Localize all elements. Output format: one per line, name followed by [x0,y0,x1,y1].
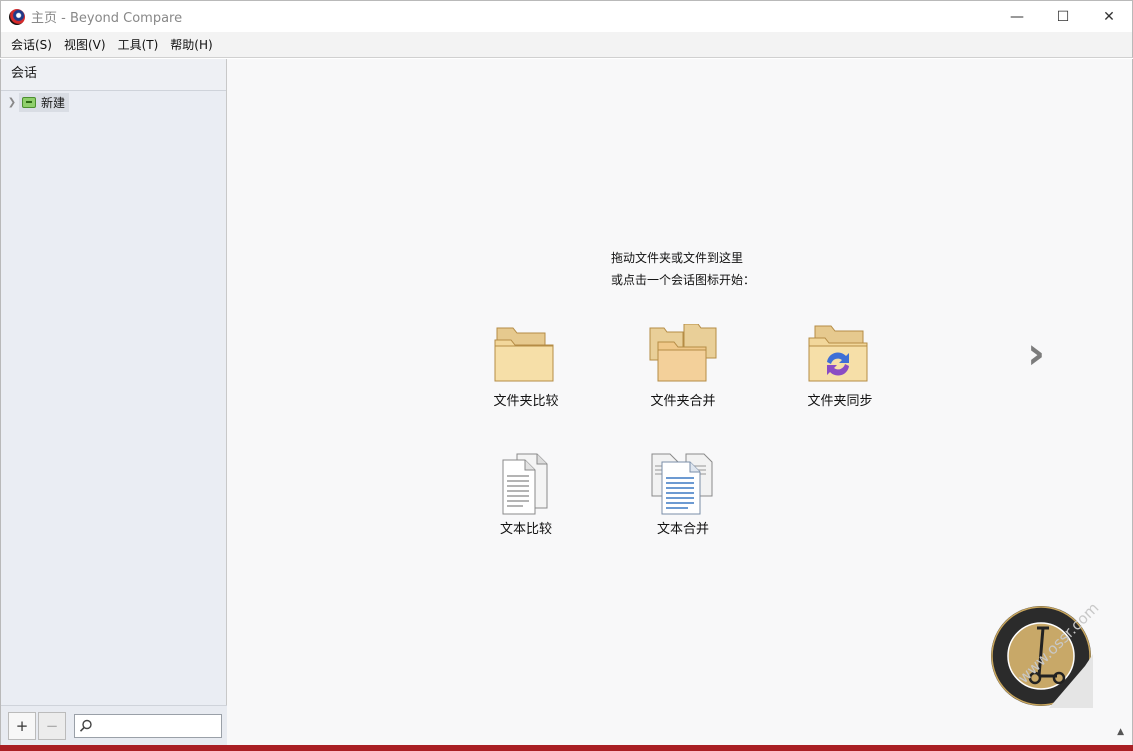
instruction-line-1: 拖动文件夹或文件到这里 [611,251,744,265]
instruction-line-2: 或点击一个会话图标开始： [611,273,756,287]
launcher-label: 文件夹同步 [807,394,873,409]
session-search-input[interactable] [95,716,219,735]
folder-compare-icon [494,327,554,382]
close-button[interactable]: ✕ [1086,1,1132,32]
launcher-label: 文本合并 [656,522,709,537]
window-controls: — ☐ ✕ [994,1,1132,32]
tree-row-new[interactable]: ❯ 新建 [1,92,227,112]
scroll-up-arrow[interactable]: ▲ [1117,727,1124,737]
folder-merge-launcher[interactable]: 文件夹合并 [633,323,733,409]
chevron-right-icon[interactable]: ❯ [5,97,19,108]
menu-view[interactable]: 视图(V) [58,36,112,53]
next-page-arrow[interactable]: › [1027,332,1045,376]
tree-node-label: 新建 [41,95,66,110]
folder-compare-launcher[interactable]: 文件夹比较 [476,324,576,409]
sidebar-header: 会话 [1,59,226,91]
title-bar: 主页 - Beyond Compare — ☐ ✕ [0,0,1133,32]
folder-merge-icon [649,323,717,382]
minimize-button[interactable]: — [994,1,1040,32]
folder-sync-icon [808,325,868,382]
session-folder-icon [22,96,36,108]
text-merge-launcher[interactable]: 文本合并 [633,452,733,537]
text-compare-icon [502,453,548,515]
menu-bar: 会话(S) 视图(V) 工具(T) 帮助(H) [0,32,1133,58]
add-session-button[interactable]: + [8,711,36,740]
sidebar-footer: + − [1,705,227,745]
menu-session[interactable]: 会话(S) [5,36,58,53]
text-merge-icon [651,453,713,515]
session-search-box[interactable] [74,713,222,738]
folder-sync-launcher[interactable]: 文件夹同步 [790,324,890,409]
search-icon [79,719,92,732]
text-compare-launcher[interactable]: 文本比较 [476,452,576,537]
launcher-label: 文本比较 [499,522,552,537]
launcher-label: 文件夹合并 [650,394,716,409]
status-bar [0,745,1133,751]
app-icon [9,8,25,25]
remove-session-button[interactable]: − [38,711,66,740]
home-panel: 拖动文件夹或文件到这里 或点击一个会话图标开始： 文件夹比较 文件夹合并 文件夹… [227,59,1133,745]
menu-help[interactable]: 帮助(H) [164,36,218,53]
session-sidebar: 会话 ❯ 新建 + − [0,59,227,745]
maximize-button[interactable]: ☐ [1040,1,1086,32]
window-title: 主页 - Beyond Compare [31,11,183,26]
tree-node-new[interactable]: 新建 [19,92,70,112]
launcher-label: 文件夹比较 [493,394,559,409]
menu-tools[interactable]: 工具(T) [112,36,165,53]
